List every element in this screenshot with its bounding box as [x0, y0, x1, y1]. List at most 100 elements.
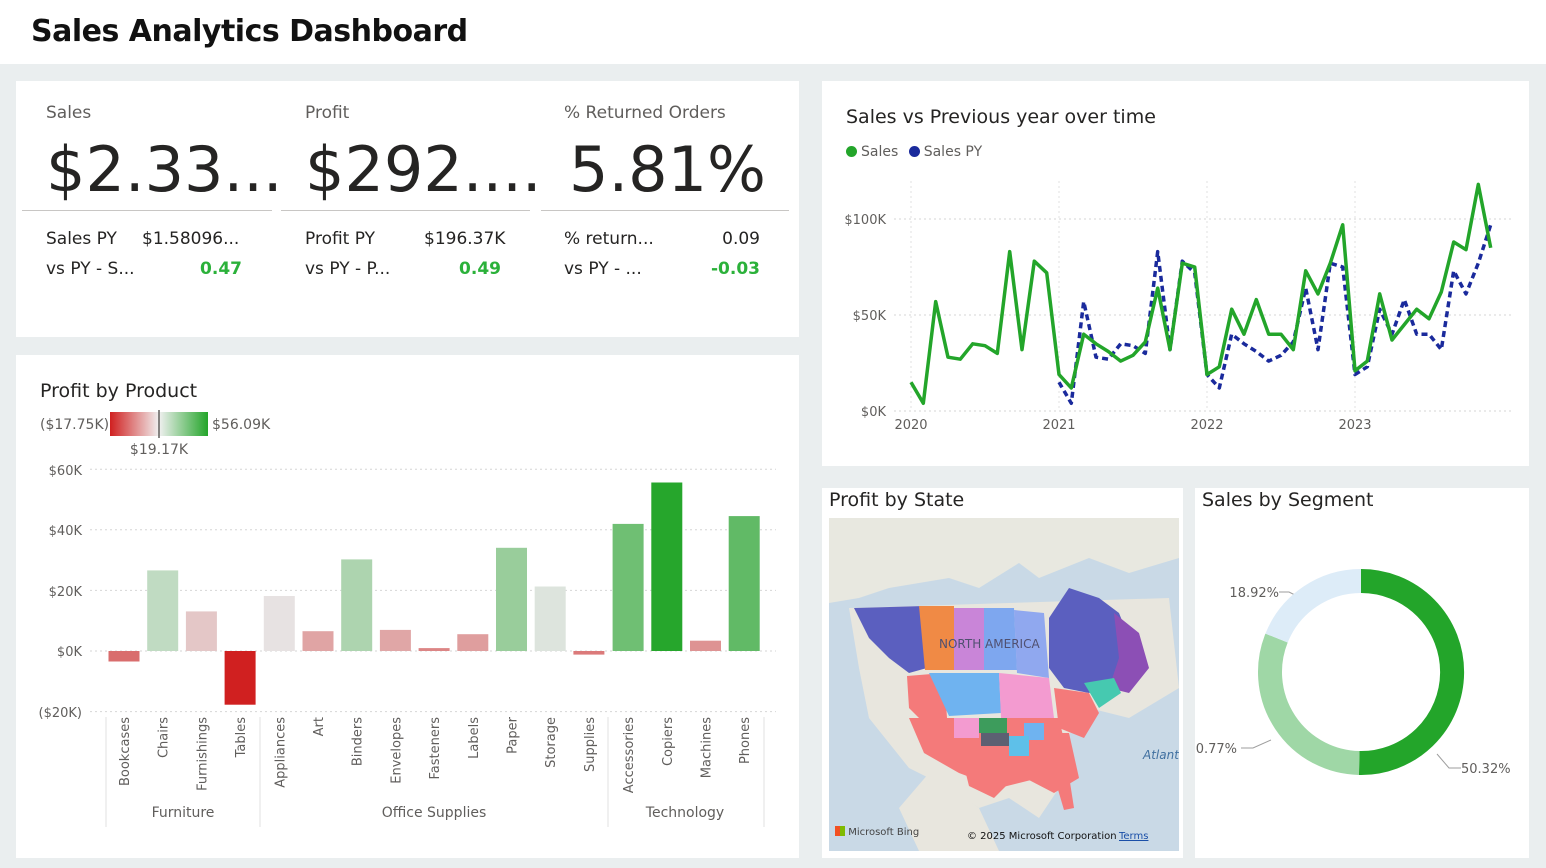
bar-furnishings[interactable] [185, 611, 217, 651]
gradient-min-label: ($17.75K) [40, 417, 109, 433]
x-tick-label: 2022 [1190, 418, 1223, 433]
bar-fasteners[interactable] [418, 648, 450, 651]
region-us-ok [981, 733, 1009, 746]
map-title: Profit by State [829, 489, 965, 511]
donut-label-consumer: 50.32% [1461, 762, 1511, 777]
x-tick-label: Machines [700, 717, 715, 778]
x-tick-label: Storage [544, 717, 559, 768]
bar-chart-panel[interactable]: Profit by Product ($17.75K) $56.09K $19.… [16, 355, 799, 858]
region-us-ks [979, 718, 1007, 733]
kpi-profit-label: Profit [305, 103, 350, 123]
bar-supplies[interactable] [573, 651, 605, 655]
x-tick-label: 2023 [1338, 418, 1371, 433]
x-tick-label: Paper [506, 716, 521, 753]
page-title: Sales Analytics Dashboard [31, 14, 468, 49]
group-label-technology: Technology [645, 805, 724, 821]
donut-slice[interactable] [1358, 569, 1465, 775]
x-tick-label: Binders [351, 717, 366, 766]
region-us-mo [1009, 736, 1029, 756]
bar-labels[interactable] [457, 634, 489, 651]
y-tick-label: $100K [844, 213, 886, 228]
donut-slice[interactable] [1258, 633, 1360, 775]
bar-envelopes[interactable] [379, 629, 411, 651]
bar-copiers[interactable] [651, 482, 683, 652]
y-tick-label: $20K [49, 585, 83, 600]
kpi-panel: Sales $2.33... Sales PY $1.58096... vs P… [16, 81, 799, 337]
donut-label-corporate: 30.77% [1195, 742, 1237, 757]
header-bar: Sales Analytics Dashboard [0, 0, 1546, 64]
x-tick-label: Chairs [157, 717, 172, 758]
bar-binders[interactable] [341, 559, 373, 651]
bar-accessories[interactable] [612, 523, 644, 651]
bar-paper[interactable] [496, 547, 527, 651]
x-tick-label: Appliances [273, 717, 288, 788]
kpi-returns-py-label: % return... [564, 229, 654, 249]
bar-machines[interactable] [690, 640, 721, 651]
kpi-returns-label: % Returned Orders [564, 103, 726, 123]
line-chart-svg: $100K $50K $0K 2020 2021 2022 2023 [844, 181, 1512, 433]
x-tick-label: Art [312, 717, 327, 736]
x-tick-label: Tables [234, 717, 249, 759]
microsoft-logo-icon [835, 826, 845, 836]
y-tick-label: $0K [57, 645, 83, 660]
y-tick-label: $0K [861, 405, 887, 420]
x-tick-label: Furnishings [195, 717, 210, 791]
x-tick-label: 2020 [894, 418, 927, 433]
bar-phones[interactable] [728, 516, 760, 651]
x-tick-label: 2021 [1042, 418, 1075, 433]
gradient-mid-label: $19.17K [130, 442, 189, 458]
bar-chart-svg: ($17.75K) $56.09K $19.17K $60K $40K $20K… [39, 410, 776, 827]
donut-slice[interactable] [1265, 569, 1362, 643]
map-brand-label: Microsoft Bing [848, 827, 920, 838]
map-brand: Microsoft Bing [835, 826, 919, 838]
x-tick-label: Supplies [583, 717, 598, 772]
kpi-sales-vs-label: vs PY - S... [46, 259, 135, 279]
kpi-returns-vs-label: vs PY - ... [564, 259, 642, 279]
y-tick-label: ($20K) [39, 706, 82, 721]
kpi-sales-vs-value: 0.47 [200, 259, 242, 279]
kpi-returns-vs-value: -0.03 [711, 259, 760, 279]
donut-panel[interactable]: Sales by Segment 18.92% 30.77% 50.32% [1195, 488, 1529, 858]
bar-bookcases[interactable] [108, 651, 140, 662]
region-us-central [999, 673, 1054, 718]
x-tick-label: Phones [738, 717, 753, 764]
x-tick-label: Envelopes [389, 717, 404, 784]
x-tick-label: Bookcases [118, 717, 133, 786]
kpi-profit-vs-value: 0.49 [459, 259, 501, 279]
kpi-divider [281, 210, 530, 211]
kpi-sales-py-value: $1.58096... [142, 229, 240, 249]
kpi-profit-vs-label: vs PY - P... [305, 259, 391, 279]
region-us-co [954, 718, 979, 738]
kpi-profit-value: $292.... [305, 133, 542, 206]
bar-appliances[interactable] [263, 596, 295, 651]
kpi-sales-py-label: Sales PY [46, 229, 117, 249]
kpi-divider [541, 210, 789, 211]
map-copyright: © 2025 Microsoft Corporation [967, 831, 1117, 842]
group-label-office-supplies: Office Supplies [382, 805, 487, 821]
donut-leader-line [1436, 753, 1461, 769]
bar-art[interactable] [302, 631, 334, 651]
series-line-sales[interactable] [909, 182, 1493, 406]
x-tick-label: Fasteners [428, 717, 443, 780]
line-chart-panel[interactable]: Sales vs Previous year over time Sales S… [822, 81, 1529, 466]
gradient-max-label: $56.09K [212, 417, 271, 433]
map-ocean-label: Atlant [1143, 748, 1179, 762]
y-tick-label: $50K [853, 309, 887, 324]
x-tick-label: Accessories [622, 717, 637, 793]
map-terms-link[interactable]: Terms [1119, 831, 1148, 842]
kpi-divider [22, 210, 272, 211]
donut-label-home-office: 18.92% [1229, 586, 1279, 601]
kpi-sales-label: Sales [46, 103, 92, 123]
kpi-returns-value: 5.81% [569, 133, 766, 206]
donut-chart-svg: 18.92% 30.77% 50.32% [1195, 569, 1511, 777]
kpi-sales-value: $2.33... [46, 133, 283, 206]
bar-chairs[interactable] [147, 570, 179, 651]
bar-storage[interactable] [534, 586, 566, 652]
x-tick-label: Labels [467, 717, 482, 759]
map-region-label: NORTH AMERICA [939, 637, 1040, 651]
map-svg [829, 518, 1179, 851]
group-label-furniture: Furniture [152, 805, 215, 821]
series-line-sales-py[interactable] [1057, 224, 1493, 406]
state-map[interactable]: NORTH AMERICA Atlant Microsoft Bing © 20… [829, 518, 1179, 851]
bar-tables[interactable] [224, 651, 256, 705]
